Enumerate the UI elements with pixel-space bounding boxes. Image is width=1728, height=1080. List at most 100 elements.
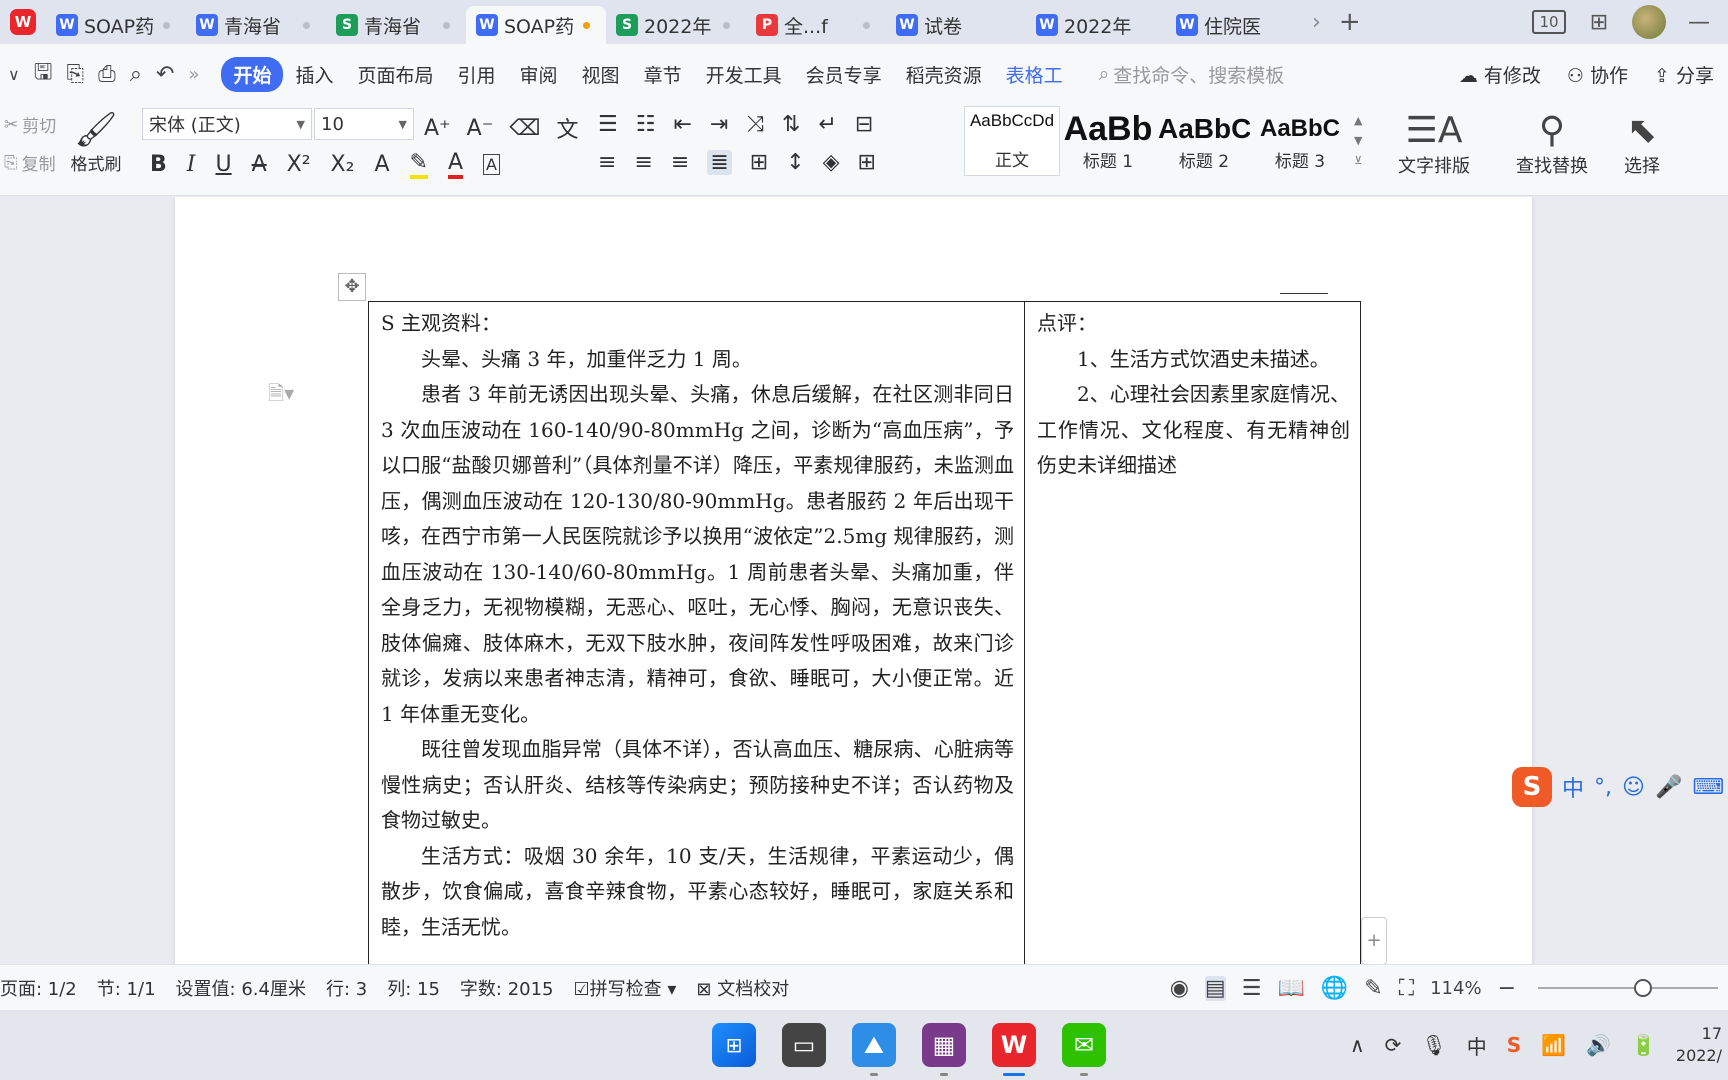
- bold-icon[interactable]: B: [150, 152, 167, 177]
- soap-table[interactable]: S 主观资料： 头晕、头痛 3 年，加重伴乏力 1 周。 患者 3 年前无诱因出…: [368, 301, 1361, 964]
- menu-table-tools[interactable]: 表格工: [994, 57, 1075, 92]
- punctuation-icon[interactable]: °,: [1594, 775, 1612, 800]
- menu-member[interactable]: 会员专享: [794, 57, 894, 92]
- menu-references[interactable]: 引用: [446, 57, 508, 92]
- decrease-indent-icon[interactable]: ⇤: [673, 112, 691, 137]
- proofread-button[interactable]: ⊠ 文档校对: [696, 975, 789, 1001]
- doc-tab[interactable]: S 2022年: [606, 6, 746, 44]
- align-center-icon[interactable]: ≡: [634, 150, 652, 175]
- ime-mode[interactable]: 中: [1562, 771, 1584, 803]
- user-avatar[interactable]: [1632, 5, 1666, 39]
- doc-tab[interactable]: S 青海省: [326, 6, 466, 44]
- format-painter-button[interactable]: 🖌 格式刷: [66, 110, 126, 175]
- page-view-icon[interactable]: ▤: [1204, 975, 1226, 1001]
- align-left-icon[interactable]: ≡: [598, 150, 616, 175]
- system-clock[interactable]: 17 2022/: [1676, 1023, 1722, 1067]
- doc-tab[interactable]: W 青海省: [186, 6, 326, 44]
- save-icon[interactable]: 🖫: [34, 55, 53, 93]
- ruler-icon[interactable]: ⊟: [855, 112, 873, 137]
- print-icon[interactable]: ⎙: [98, 62, 116, 87]
- ime-tray-icon[interactable]: 中: [1467, 1031, 1487, 1060]
- wechat-icon[interactable]: ✉: [1062, 1023, 1106, 1076]
- align-right-icon[interactable]: ≡: [671, 150, 689, 175]
- bullet-list-icon[interactable]: ☰: [598, 112, 618, 137]
- menu-page-layout[interactable]: 页面布局: [346, 57, 446, 92]
- photos-app-icon[interactable]: ⛰: [852, 1023, 896, 1076]
- style-heading-1[interactable]: AaBb 标题 1: [1060, 106, 1156, 176]
- sync-icon[interactable]: ⟳: [1385, 1033, 1402, 1057]
- line-spacing-icon[interactable]: ↕: [786, 150, 804, 175]
- clear-format-icon[interactable]: ⌫: [509, 116, 540, 141]
- style-normal[interactable]: AaBbCcDd 正文: [964, 106, 1060, 176]
- shading-icon[interactable]: ◈: [823, 150, 840, 175]
- microphone-icon[interactable]: 🎙: [1421, 1033, 1446, 1057]
- italic-icon[interactable]: I: [187, 152, 196, 177]
- char-border-icon[interactable]: A: [483, 154, 500, 175]
- line-break-icon[interactable]: ↵: [818, 112, 836, 137]
- sogou-logo-icon[interactable]: S: [1512, 767, 1552, 807]
- doc-tab[interactable]: W 2022年: [1026, 6, 1166, 44]
- doc-tab[interactable]: W 试卷: [886, 6, 1026, 44]
- share-button[interactable]: ⇪ 分享: [1654, 61, 1714, 88]
- comment-cell[interactable]: 点评： 1、生活方式饮酒史未描述。 2、心理社会因素里家庭情况、工作情况、文化程…: [1025, 302, 1360, 964]
- window-layout-icon[interactable]: 10: [1532, 10, 1566, 34]
- select-button[interactable]: ⬉ 选择: [1624, 110, 1660, 178]
- sogou-tray-icon[interactable]: S: [1507, 1033, 1521, 1057]
- table-move-handle-icon[interactable]: ✥: [338, 273, 366, 301]
- zoom-slider[interactable]: [1538, 979, 1718, 997]
- menu-view[interactable]: 视图: [570, 57, 632, 92]
- highlight-icon[interactable]: ✎: [409, 150, 428, 179]
- modified-button[interactable]: ☁ 有修改: [1459, 61, 1541, 88]
- menu-review[interactable]: 审阅: [508, 57, 570, 92]
- subjective-cell[interactable]: S 主观资料： 头晕、头痛 3 年，加重伴乏力 1 周。 患者 3 年前无诱因出…: [369, 302, 1025, 964]
- winrar-icon[interactable]: ▦: [922, 1023, 966, 1076]
- underline-icon[interactable]: U: [215, 152, 231, 177]
- print-preview-icon[interactable]: ⌕: [130, 62, 142, 87]
- volume-icon[interactable]: 🔊: [1586, 1033, 1611, 1057]
- doc-tab[interactable]: W 住院医: [1166, 6, 1306, 44]
- pinyin-icon[interactable]: 文: [556, 112, 578, 144]
- numbered-list-icon[interactable]: ☷: [636, 112, 656, 137]
- add-table-row-button[interactable]: +: [1361, 917, 1387, 964]
- font-color-icon[interactable]: A: [447, 150, 463, 179]
- cut-button[interactable]: ✂ 剪切: [4, 112, 56, 138]
- sort-icon[interactable]: ⇅: [782, 112, 800, 137]
- find-replace-button[interactable]: ⚲ 查找替换: [1516, 110, 1588, 178]
- wps-office-icon[interactable]: W: [992, 1023, 1036, 1076]
- text-layout-button[interactable]: ☰A 文字排版: [1398, 110, 1470, 178]
- spell-check-button[interactable]: ☑拼写检查 ▾: [574, 975, 677, 1001]
- style-gallery-scroll[interactable]: ▲ ▼ ⊻: [1354, 111, 1362, 171]
- text-direction-icon[interactable]: ⤨: [746, 112, 764, 137]
- menu-home[interactable]: 开始: [221, 56, 284, 92]
- superscript-icon[interactable]: X²: [287, 152, 311, 177]
- export-icon[interactable]: ⎘: [66, 62, 84, 87]
- menu-insert[interactable]: 插入: [283, 57, 345, 92]
- doc-tab[interactable]: W SOAP药: [46, 6, 186, 44]
- keyboard-icon[interactable]: ⌨: [1692, 775, 1724, 800]
- minimize-icon[interactable]: —: [1684, 10, 1714, 35]
- wifi-icon[interactable]: 📶: [1541, 1033, 1566, 1057]
- zoom-out-icon[interactable]: −: [1498, 976, 1516, 1001]
- wps-logo[interactable]: W: [0, 0, 46, 44]
- align-justify-icon[interactable]: ≣: [707, 150, 732, 175]
- apps-grid-icon[interactable]: ⊞: [1584, 10, 1614, 35]
- font-size-select[interactable]: 10 ▼: [314, 108, 414, 140]
- distribute-icon[interactable]: ⊞: [750, 150, 768, 175]
- write-mode-icon[interactable]: ✎: [1364, 976, 1382, 1001]
- menu-developer[interactable]: 开发工具: [694, 57, 794, 92]
- menu-chapter[interactable]: 章节: [632, 57, 694, 92]
- copy-button[interactable]: ⎘ 复制: [4, 150, 56, 176]
- doc-tab[interactable]: P 全...f: [746, 6, 886, 44]
- voice-icon[interactable]: 🎤: [1655, 775, 1682, 800]
- battery-icon[interactable]: 🔋: [1631, 1033, 1656, 1057]
- collab-button[interactable]: ⚇ 协作: [1567, 61, 1628, 88]
- borders-icon[interactable]: ⊞: [858, 150, 876, 175]
- shrink-font-icon[interactable]: A⁻: [467, 116, 494, 141]
- font-name-select[interactable]: 宋体 (正文) ▼: [142, 108, 312, 140]
- new-tab-button[interactable]: +: [1339, 7, 1361, 37]
- file-explorer-icon[interactable]: ▭: [782, 1023, 826, 1067]
- emoji-icon[interactable]: ☺: [1622, 775, 1645, 800]
- more-icon[interactable]: »: [188, 64, 199, 85]
- command-search[interactable]: ⌕ 查找命令、搜索模板: [1099, 61, 1285, 88]
- document-workspace[interactable]: ✥ 🗎▾ S 主观资料： 头晕、头痛 3 年，加重伴乏力 1 周。 患者 3 年…: [0, 197, 1728, 964]
